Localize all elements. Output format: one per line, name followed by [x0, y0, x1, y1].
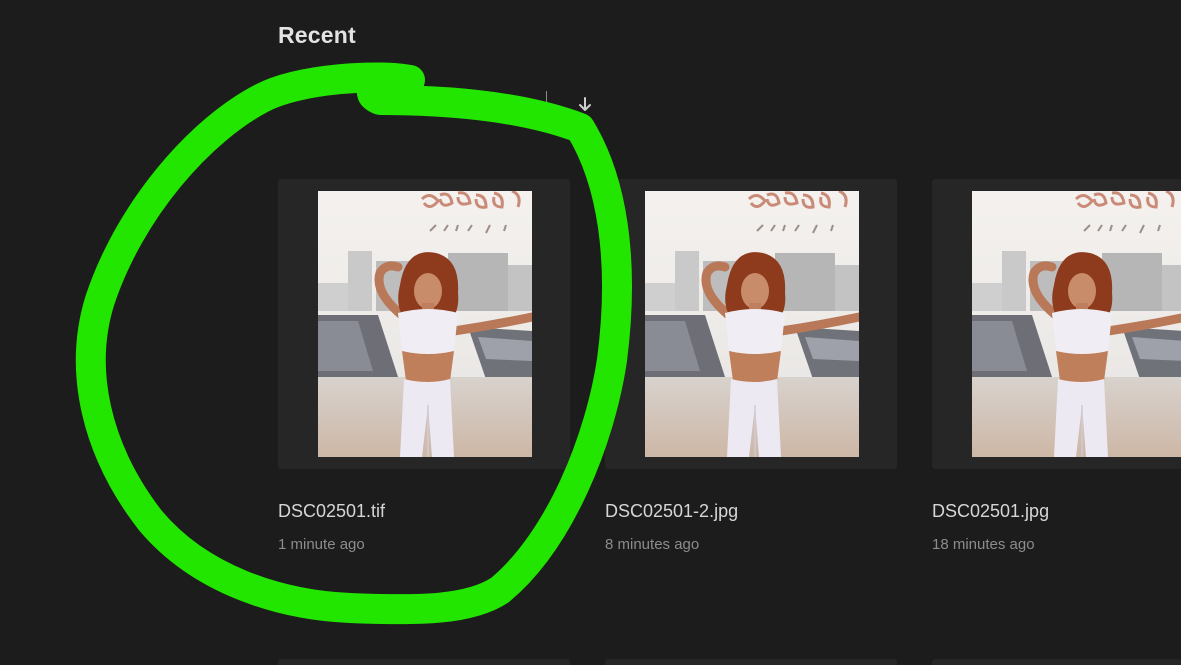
- recent-files-page: Recent DSC02501.tif 1 minute ago DSC0250…: [0, 0, 1181, 665]
- file-card[interactable]: DSC02501.jpg 18 minutes ago: [932, 179, 1181, 553]
- photo-image: [645, 191, 859, 457]
- file-card-partial[interactable]: [605, 659, 897, 665]
- file-time: 18 minutes ago: [932, 536, 1035, 553]
- photo-image: [318, 191, 532, 457]
- file-time: 1 minute ago: [278, 536, 365, 553]
- file-thumbnail[interactable]: [605, 179, 897, 469]
- file-card[interactable]: DSC02501.tif 1 minute ago: [278, 179, 570, 553]
- file-name[interactable]: DSC02501.jpg: [932, 501, 1049, 522]
- file-time: 8 minutes ago: [605, 536, 700, 553]
- file-card[interactable]: DSC02501-2.jpg 8 minutes ago: [605, 179, 897, 553]
- file-name[interactable]: DSC02501.tif: [278, 501, 385, 522]
- file-name[interactable]: DSC02501-2.jpg: [605, 501, 738, 522]
- file-thumbnail[interactable]: [932, 179, 1181, 469]
- file-thumbnail[interactable]: [278, 179, 570, 469]
- divider: [546, 91, 547, 109]
- photo-image: [972, 191, 1181, 457]
- file-card-partial[interactable]: [278, 659, 570, 665]
- section-title: Recent: [278, 22, 356, 48]
- file-card-partial[interactable]: [932, 659, 1181, 665]
- arrow-down-icon[interactable]: [577, 96, 593, 114]
